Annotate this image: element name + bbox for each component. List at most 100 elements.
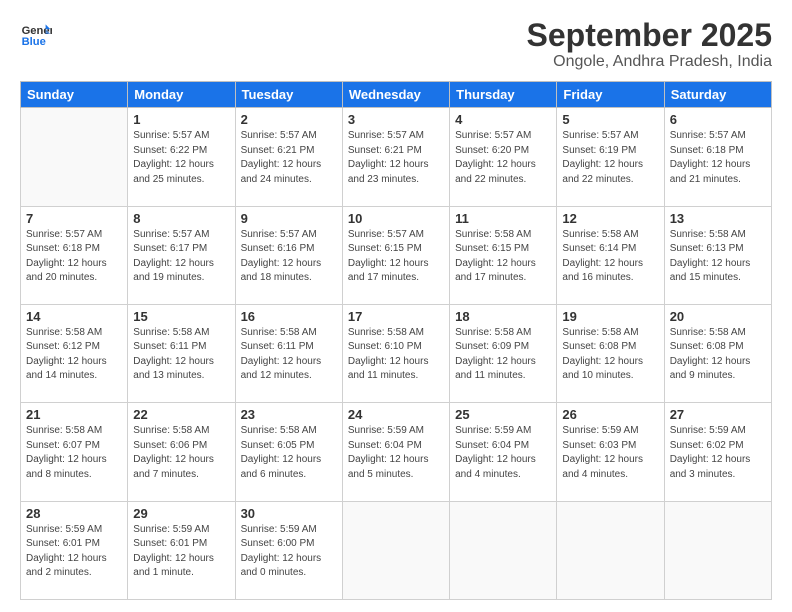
- day-number: 1: [133, 112, 229, 127]
- day-number: 2: [241, 112, 337, 127]
- calendar-cell: 3 Sunrise: 5:57 AMSunset: 6:21 PMDaylight…: [342, 108, 449, 206]
- calendar-cell: 6 Sunrise: 5:57 AMSunset: 6:18 PMDaylight…: [664, 108, 771, 206]
- calendar-cell: 27Sunrise: 5:59 AMSunset: 6:02 PMDayligh…: [664, 403, 771, 501]
- calendar-page: General Blue September 2025 Ongole, Andh…: [0, 0, 792, 612]
- day-number: 24: [348, 407, 444, 422]
- day-info: Sunrise: 5:57 AMSunset: 6:17 PMDaylight:…: [133, 228, 229, 286]
- day-info: Sunrise: 5:58 AMSunset: 6:11 PMDaylight:…: [133, 326, 229, 384]
- day-info: Sunrise: 5:57 AMSunset: 6:21 PMDaylight:…: [241, 129, 337, 187]
- day-info: Sunrise: 5:58 AMSunset: 6:06 PMDaylight:…: [133, 424, 229, 482]
- day-number: 8: [133, 211, 229, 226]
- calendar-cell: 23 Sunrise: 5:58 AMSunset: 6:05 PMDayligh…: [235, 403, 342, 501]
- day-info: Sunrise: 5:58 AMSunset: 6:08 PMDaylight:…: [670, 326, 766, 384]
- week-row-0: 1 Sunrise: 5:57 AMSunset: 6:22 PMDaylight…: [21, 108, 772, 206]
- day-number: 13: [670, 211, 766, 226]
- calendar-cell: 16Sunrise: 5:58 AMSunset: 6:11 PMDayligh…: [235, 304, 342, 402]
- calendar-cell: 13 Sunrise: 5:58 AMSunset: 6:13 PMDayligh…: [664, 206, 771, 304]
- day-number: 14: [26, 309, 122, 324]
- day-header-monday: Monday: [128, 82, 235, 108]
- day-number: 21: [26, 407, 122, 422]
- day-number: 5: [562, 112, 658, 127]
- day-info: Sunrise: 5:58 AMSunset: 6:05 PMDaylight:…: [241, 424, 337, 482]
- calendar-cell: 25 Sunrise: 5:59 AMSunset: 6:04 PMDayligh…: [450, 403, 557, 501]
- day-number: 25: [455, 407, 551, 422]
- header: General Blue September 2025 Ongole, Andh…: [20, 18, 772, 71]
- day-info: Sunrise: 5:58 AMSunset: 6:07 PMDaylight:…: [26, 424, 122, 482]
- week-row-2: 14 Sunrise: 5:58 AMSunset: 6:12 PMDayligh…: [21, 304, 772, 402]
- calendar-cell: 15 Sunrise: 5:58 AMSunset: 6:11 PMDayligh…: [128, 304, 235, 402]
- day-number: 3: [348, 112, 444, 127]
- day-info: Sunrise: 5:59 AMSunset: 6:04 PMDaylight:…: [455, 424, 551, 482]
- day-number: 10: [348, 211, 444, 226]
- day-number: 17: [348, 309, 444, 324]
- calendar-cell: 2 Sunrise: 5:57 AMSunset: 6:21 PMDaylight…: [235, 108, 342, 206]
- calendar-cell: 5 Sunrise: 5:57 AMSunset: 6:19 PMDaylight…: [557, 108, 664, 206]
- day-header-friday: Friday: [557, 82, 664, 108]
- calendar-cell: 8 Sunrise: 5:57 AMSunset: 6:17 PMDaylight…: [128, 206, 235, 304]
- day-info: Sunrise: 5:57 AMSunset: 6:22 PMDaylight:…: [133, 129, 229, 187]
- calendar-cell: 20Sunrise: 5:58 AMSunset: 6:08 PMDayligh…: [664, 304, 771, 402]
- day-info: Sunrise: 5:58 AMSunset: 6:09 PMDaylight:…: [455, 326, 551, 384]
- day-number: 29: [133, 506, 229, 521]
- week-row-4: 28 Sunrise: 5:59 AMSunset: 6:01 PMDayligh…: [21, 501, 772, 599]
- day-number: 27: [670, 407, 766, 422]
- day-info: Sunrise: 5:59 AMSunset: 6:00 PMDaylight:…: [241, 523, 337, 581]
- svg-text:Blue: Blue: [22, 36, 46, 48]
- day-info: Sunrise: 5:57 AMSunset: 6:19 PMDaylight:…: [562, 129, 658, 187]
- day-number: 7: [26, 211, 122, 226]
- calendar-cell: [664, 501, 771, 599]
- day-header-wednesday: Wednesday: [342, 82, 449, 108]
- day-header-saturday: Saturday: [664, 82, 771, 108]
- week-row-1: 7 Sunrise: 5:57 AMSunset: 6:18 PMDaylight…: [21, 206, 772, 304]
- day-info: Sunrise: 5:58 AMSunset: 6:12 PMDaylight:…: [26, 326, 122, 384]
- day-info: Sunrise: 5:59 AMSunset: 6:01 PMDaylight:…: [26, 523, 122, 581]
- day-number: 15: [133, 309, 229, 324]
- day-header-sunday: Sunday: [21, 82, 128, 108]
- calendar-cell: 22Sunrise: 5:58 AMSunset: 6:06 PMDayligh…: [128, 403, 235, 501]
- day-info: Sunrise: 5:58 AMSunset: 6:11 PMDaylight:…: [241, 326, 337, 384]
- day-info: Sunrise: 5:57 AMSunset: 6:21 PMDaylight:…: [348, 129, 444, 187]
- day-info: Sunrise: 5:58 AMSunset: 6:13 PMDaylight:…: [670, 228, 766, 286]
- calendar-table: SundayMondayTuesdayWednesdayThursdayFrid…: [20, 81, 772, 600]
- day-number: 12: [562, 211, 658, 226]
- calendar-cell: [21, 108, 128, 206]
- day-info: Sunrise: 5:57 AMSunset: 6:18 PMDaylight:…: [26, 228, 122, 286]
- day-info: Sunrise: 5:59 AMSunset: 6:03 PMDaylight:…: [562, 424, 658, 482]
- day-info: Sunrise: 5:58 AMSunset: 6:15 PMDaylight:…: [455, 228, 551, 286]
- day-info: Sunrise: 5:59 AMSunset: 6:04 PMDaylight:…: [348, 424, 444, 482]
- day-number: 6: [670, 112, 766, 127]
- calendar-cell: 21 Sunrise: 5:58 AMSunset: 6:07 PMDayligh…: [21, 403, 128, 501]
- title-block: September 2025 Ongole, Andhra Pradesh, I…: [527, 18, 772, 71]
- calendar-cell: 1 Sunrise: 5:57 AMSunset: 6:22 PMDaylight…: [128, 108, 235, 206]
- day-info: Sunrise: 5:57 AMSunset: 6:16 PMDaylight:…: [241, 228, 337, 286]
- day-info: Sunrise: 5:58 AMSunset: 6:08 PMDaylight:…: [562, 326, 658, 384]
- calendar-cell: 7 Sunrise: 5:57 AMSunset: 6:18 PMDaylight…: [21, 206, 128, 304]
- day-number: 18: [455, 309, 551, 324]
- day-info: Sunrise: 5:57 AMSunset: 6:15 PMDaylight:…: [348, 228, 444, 286]
- day-number: 11: [455, 211, 551, 226]
- calendar-cell: 18 Sunrise: 5:58 AMSunset: 6:09 PMDayligh…: [450, 304, 557, 402]
- calendar-cell: 11 Sunrise: 5:58 AMSunset: 6:15 PMDayligh…: [450, 206, 557, 304]
- calendar-cell: [342, 501, 449, 599]
- calendar-cell: 19Sunrise: 5:58 AMSunset: 6:08 PMDayligh…: [557, 304, 664, 402]
- day-header-thursday: Thursday: [450, 82, 557, 108]
- day-header-row: SundayMondayTuesdayWednesdayThursdayFrid…: [21, 82, 772, 108]
- calendar-title: September 2025: [527, 18, 772, 53]
- day-info: Sunrise: 5:58 AMSunset: 6:14 PMDaylight:…: [562, 228, 658, 286]
- calendar-cell: 4Sunrise: 5:57 AMSunset: 6:20 PMDaylight…: [450, 108, 557, 206]
- calendar-cell: 30 Sunrise: 5:59 AMSunset: 6:00 PMDayligh…: [235, 501, 342, 599]
- calendar-cell: 17Sunrise: 5:58 AMSunset: 6:10 PMDayligh…: [342, 304, 449, 402]
- day-number: 28: [26, 506, 122, 521]
- calendar-cell: 26Sunrise: 5:59 AMSunset: 6:03 PMDayligh…: [557, 403, 664, 501]
- calendar-subtitle: Ongole, Andhra Pradesh, India: [527, 53, 772, 71]
- day-number: 30: [241, 506, 337, 521]
- logo: General Blue: [20, 18, 52, 50]
- day-number: 4: [455, 112, 551, 127]
- calendar-cell: 14 Sunrise: 5:58 AMSunset: 6:12 PMDayligh…: [21, 304, 128, 402]
- calendar-cell: 12 Sunrise: 5:58 AMSunset: 6:14 PMDayligh…: [557, 206, 664, 304]
- calendar-cell: 29Sunrise: 5:59 AMSunset: 6:01 PMDayligh…: [128, 501, 235, 599]
- day-number: 23: [241, 407, 337, 422]
- day-info: Sunrise: 5:57 AMSunset: 6:18 PMDaylight:…: [670, 129, 766, 187]
- calendar-cell: [557, 501, 664, 599]
- calendar-cell: 24 Sunrise: 5:59 AMSunset: 6:04 PMDayligh…: [342, 403, 449, 501]
